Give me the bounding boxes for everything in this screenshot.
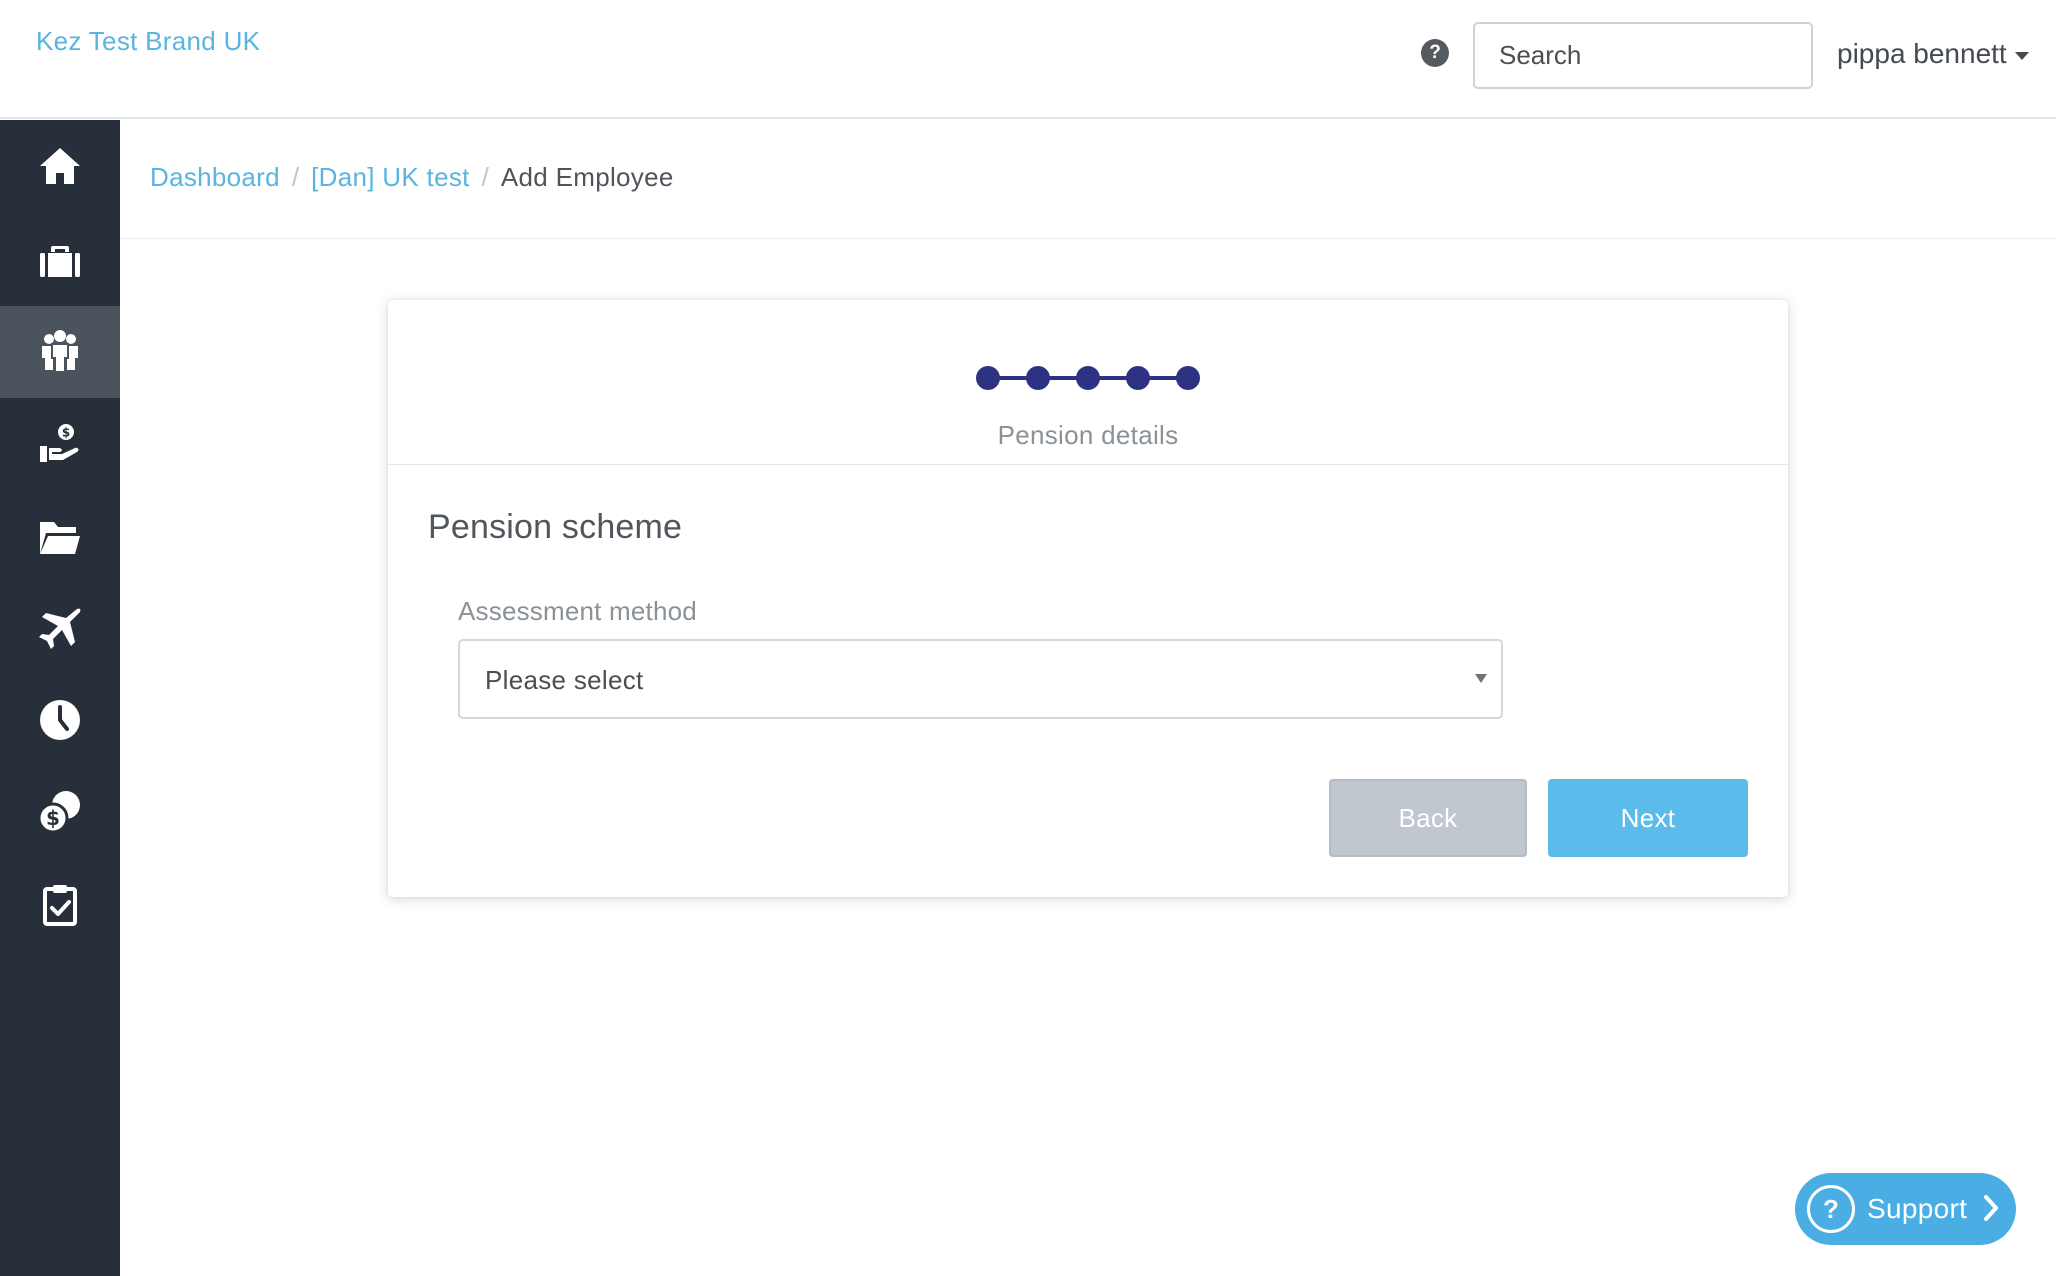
add-employee-card: Pension details Pension scheme Assessmen… [388, 300, 1788, 897]
svg-text:$: $ [62, 426, 70, 440]
question-icon: ? [1807, 1185, 1855, 1233]
step-indicator [976, 366, 1200, 390]
sidebar-item-documents[interactable] [0, 490, 120, 582]
sidebar: $ $ [0, 120, 120, 1276]
support-button[interactable]: ? Support [1795, 1173, 2016, 1245]
folder-icon [40, 522, 80, 554]
sidebar-item-tasks[interactable] [0, 858, 120, 950]
money-hand-icon: $ [40, 424, 79, 462]
chevron-right-icon [1984, 1195, 1998, 1221]
sidebar-item-payroll[interactable]: $ [0, 398, 120, 490]
breadcrumb: Dashboard / [Dan] UK test / Add Employee [150, 162, 674, 193]
question-icon: ? [1429, 42, 1441, 63]
dropdown-arrow-icon [1475, 674, 1487, 683]
people-icon [42, 330, 78, 373]
step-dot-1[interactable] [976, 366, 1000, 390]
briefcase-icon [40, 246, 80, 277]
back-button[interactable]: Back [1329, 779, 1527, 857]
sidebar-item-expenses[interactable]: $ [0, 766, 120, 858]
sidebar-item-people[interactable] [0, 306, 120, 398]
next-button[interactable]: Next [1548, 779, 1748, 857]
user-menu[interactable]: pippa bennett [1837, 38, 2029, 70]
clipboard-check-icon [43, 885, 77, 926]
plane-icon [39, 608, 81, 649]
user-name: pippa bennett [1837, 38, 2007, 69]
coins-icon: $ [37, 791, 80, 834]
support-label: Support [1867, 1193, 1968, 1224]
help-button[interactable]: ? [1421, 39, 1449, 67]
home-icon [40, 148, 80, 184]
search-input[interactable] [1473, 22, 1813, 89]
clock-icon [40, 700, 80, 740]
step-dot-4[interactable] [1126, 366, 1150, 390]
wizard-header: Pension details [388, 300, 1788, 465]
breadcrumb-separator: / [291, 162, 300, 192]
step-label: Pension details [997, 420, 1179, 450]
step-dot-2[interactable] [1026, 366, 1050, 390]
step-dot-5[interactable] [1176, 366, 1200, 390]
breadcrumb-separator: / [481, 162, 489, 192]
section-title: Pension scheme [428, 508, 683, 546]
brand-link[interactable]: Kez Test Brand UK [36, 26, 260, 57]
sidebar-item-jobs[interactable] [0, 214, 120, 306]
sidebar-item-leave[interactable] [0, 582, 120, 674]
caret-down-icon [2014, 52, 2029, 60]
svg-text:$: $ [46, 806, 60, 830]
breadcrumb-current: Add Employee [500, 162, 674, 192]
sidebar-item-home[interactable] [0, 120, 120, 212]
top-header: Kez Test Brand UK ? pippa bennett [0, 0, 2056, 119]
assessment-method-label: Assessment method [458, 596, 697, 626]
sidebar-item-time[interactable] [0, 674, 120, 766]
assessment-method-select[interactable]: Please select [458, 639, 1503, 719]
select-value: Please select [485, 665, 644, 695]
breadcrumb-dashboard[interactable]: Dashboard [150, 162, 280, 193]
breadcrumb-company[interactable]: [Dan] UK test [311, 162, 470, 193]
step-dot-3[interactable] [1076, 366, 1100, 390]
breadcrumb-bar: Dashboard / [Dan] UK test / Add Employee [120, 120, 2056, 239]
